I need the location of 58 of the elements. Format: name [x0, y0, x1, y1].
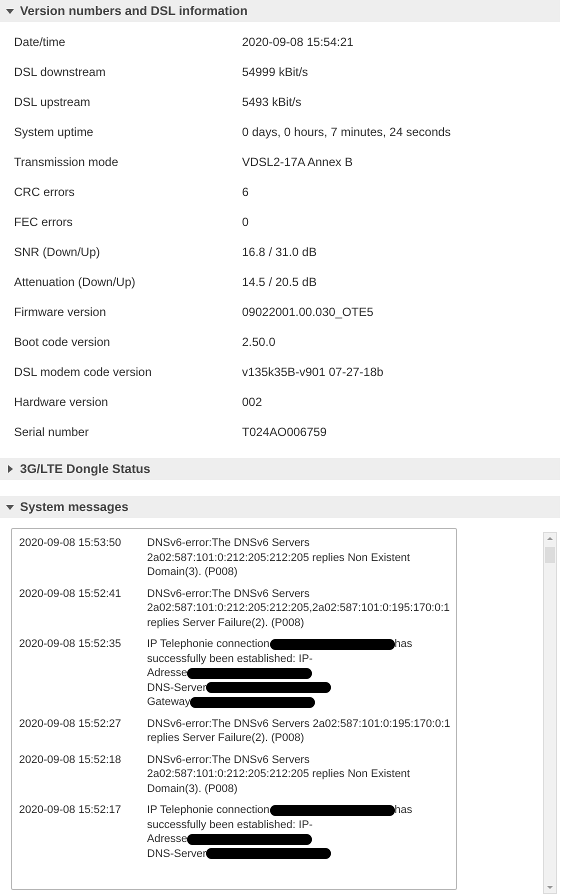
message-text: IP Telephonie connection — [147, 803, 270, 818]
message-text: DNSv6-error:The DNSv6 Servers 2a02:587:101:0:195:170:0:1 replies Server Failure(2). (P008) — [147, 716, 452, 746]
info-value: VDSL2-17A Annex B — [242, 155, 354, 169]
message-text: Gateway — [147, 695, 190, 710]
scrollbar[interactable] — [543, 532, 557, 894]
section-header[interactable]: 3G/LTE Dongle Status — [0, 458, 560, 480]
message-text: has — [394, 803, 412, 818]
info-value: 54999 kBit/s — [242, 65, 310, 79]
message-text: Adresse — [147, 832, 188, 846]
info-value: 5493 kBit/s — [242, 95, 302, 109]
message-time: 2020-09-08 15:52:41 — [19, 586, 122, 602]
info-value: T024AO006759 — [242, 425, 328, 439]
message-text: DNS-Server — [147, 846, 206, 861]
info-value: 14.5 / 20.5 dB — [242, 275, 318, 289]
info-label: Hardware version — [14, 395, 110, 409]
info-value: 002 — [242, 395, 264, 409]
message-text: successfully been established: IP- — [147, 818, 313, 832]
info-label: Boot code version — [14, 335, 112, 349]
message-text: DNS-Server — [147, 680, 206, 695]
info-label: Transmission mode — [14, 155, 120, 169]
message-text: DNSv6-error:The DNSv6 Servers — [147, 586, 310, 601]
info-value: 0 days, 0 hours, 7 minutes, 24 seconds — [242, 125, 452, 139]
info-label: Serial number — [14, 425, 90, 439]
info-label: Attenuation (Down/Up) — [14, 275, 136, 289]
section-header[interactable]: System messages — [0, 496, 560, 518]
info-value: 16.8 / 31.0 dB — [242, 245, 318, 259]
caret-down-icon[interactable] — [6, 503, 14, 511]
message-text: 2a02:587:101:0:212:205:212:205,2a02:587:101:0:195:170:0:1 — [147, 601, 450, 616]
section-header[interactable]: Version numbers and DSL information — [0, 0, 560, 22]
message-text: replies Server Failure(2). (P008) — [147, 616, 304, 630]
info-value: 6 — [242, 185, 250, 199]
info-value: 2020-09-08 15:54:21 — [242, 35, 354, 49]
message-time: 2020-09-08 15:52:18 — [19, 752, 122, 768]
info-label: DSL modem code version — [14, 365, 153, 379]
info-value: 2.50.0 — [242, 335, 276, 349]
caret-down-icon[interactable] — [6, 7, 14, 15]
info-label: SNR (Down/Up) — [14, 245, 102, 259]
message-time: 2020-09-08 15:52:27 — [19, 716, 122, 732]
message-text: has — [394, 637, 412, 652]
message-text: IP Telephonie connection — [147, 637, 270, 652]
info-label: CRC errors — [14, 185, 76, 199]
info-value: 0 — [242, 215, 250, 229]
message-time: 2020-09-08 15:53:50 — [19, 536, 122, 551]
message-text: successfully been established: IP- — [147, 652, 313, 666]
info-value: 09022001.00.030_OTE5 — [242, 305, 374, 319]
info-value: v135k35B-v901 07-27-18b — [242, 365, 384, 379]
message-text: DNSv6-error:The DNSv6 Servers 2a02:587:101:0:212:205:212:205 replies Non Existent Domain(3). (P008) — [147, 536, 411, 580]
info-label: Firmware version — [14, 305, 108, 319]
caret-right-icon[interactable] — [6, 465, 14, 473]
info-label: DSL upstream — [14, 95, 92, 109]
info-label: DSL downstream — [14, 65, 107, 79]
info-label: System uptime — [14, 125, 94, 139]
info-label: FEC errors — [14, 215, 74, 229]
message-text: DNSv6-error:The DNSv6 Servers 2a02:587:101:0:212:205:212:205 replies Non Existent Domain(3). (P008) — [147, 752, 411, 796]
message-time: 2020-09-08 15:52:17 — [19, 803, 122, 818]
info-label: Date/time — [14, 35, 66, 49]
message-time: 2020-09-08 15:52:35 — [19, 637, 122, 652]
message-text: Adresse — [147, 666, 188, 680]
